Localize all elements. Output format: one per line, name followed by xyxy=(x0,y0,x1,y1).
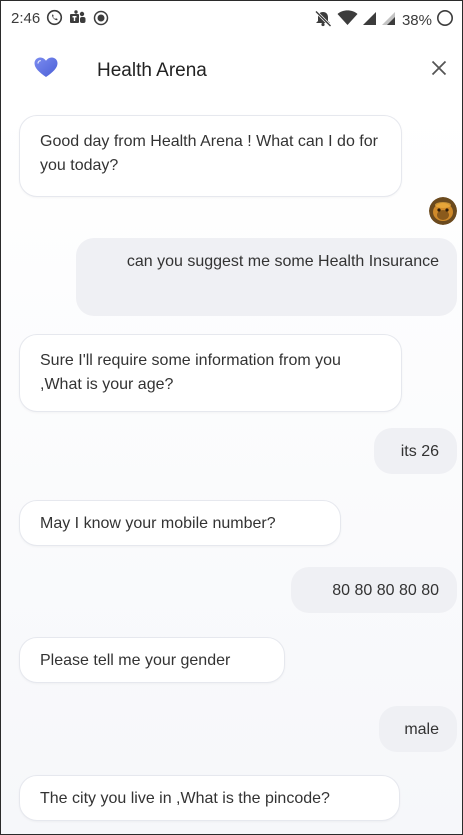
message-text: 80 80 80 80 80 xyxy=(332,582,439,599)
record-icon xyxy=(93,10,109,31)
chat-header: Health Arena xyxy=(1,35,462,105)
message-text: can you suggest me some Health Insurance xyxy=(126,253,439,270)
user-avatar xyxy=(429,197,457,225)
status-left-icons xyxy=(46,9,109,31)
app-frame: 2:46 38% Health Arena Good day from Heal… xyxy=(0,0,463,835)
bot-message: Good day from Health Arena ! What can I … xyxy=(19,115,402,197)
user-message: can you suggest me some Health Insurance xyxy=(76,238,457,316)
bot-message: Sure I'll require some information from … xyxy=(19,334,402,412)
battery-icon xyxy=(436,9,454,32)
chat-messages: Good day from Health Arena ! What can I … xyxy=(1,105,462,834)
bot-message: The city you live in ,What is the pincod… xyxy=(19,775,400,821)
wifi-icon xyxy=(337,10,358,31)
bot-message: May I know your mobile number? xyxy=(19,500,341,546)
signal-icon xyxy=(362,11,377,31)
message-text: Sure I'll require some information from … xyxy=(40,352,341,393)
message-text: The city you live in ,What is the pincod… xyxy=(40,790,330,807)
signal-icon xyxy=(381,11,396,31)
teams-icon xyxy=(69,9,87,31)
message-text: male xyxy=(404,721,439,738)
mute-icon xyxy=(313,10,333,32)
whatsapp-icon xyxy=(46,9,63,31)
bot-message: Please tell me your gender xyxy=(19,637,285,683)
message-text: its 26 xyxy=(400,443,439,460)
user-message: male xyxy=(379,706,457,752)
message-text: Please tell me your gender xyxy=(40,652,231,669)
close-icon xyxy=(431,60,447,81)
status-time: 2:46 xyxy=(11,10,41,27)
message-text: May I know your mobile number? xyxy=(40,515,276,532)
header-title: Health Arena xyxy=(97,60,207,81)
close-button[interactable] xyxy=(424,55,454,85)
user-message: its 26 xyxy=(374,428,457,474)
status-bar: 2:46 38% xyxy=(1,1,462,35)
status-right: 38% xyxy=(313,9,454,32)
battery-percent: 38% xyxy=(401,12,432,29)
heart-logo-icon xyxy=(34,57,58,83)
user-message: 80 80 80 80 80 xyxy=(291,567,457,613)
message-text: Good day from Health Arena ! What can I … xyxy=(40,133,378,174)
